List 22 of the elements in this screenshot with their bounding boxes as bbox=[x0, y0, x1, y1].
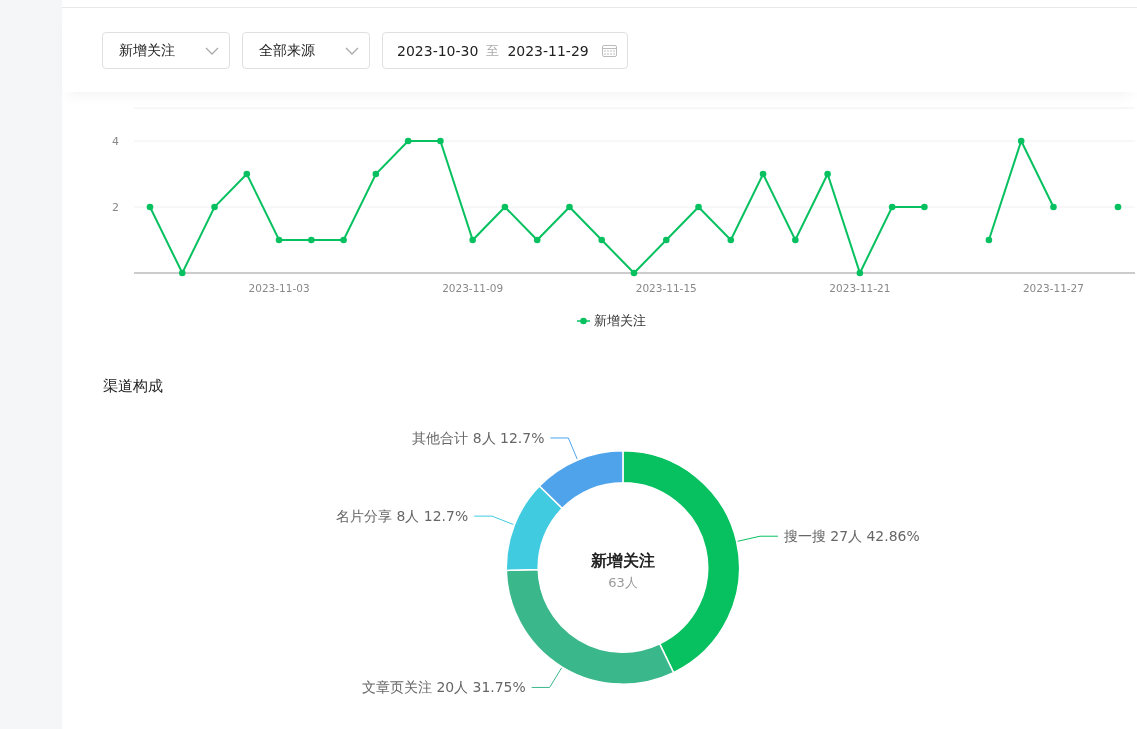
y-axis-label: 2 bbox=[112, 201, 119, 214]
slice-label: 文章页关注 20人 31.75% bbox=[361, 679, 526, 696]
metric-select[interactable]: 新增关注 bbox=[102, 32, 230, 69]
x-axis-label: 2023-11-03 bbox=[248, 282, 310, 294]
y-axis-label: 4 bbox=[112, 135, 119, 148]
legend-item[interactable]: 新增关注 bbox=[553, 312, 646, 330]
center-title: 新增关注 bbox=[590, 551, 655, 571]
slice-label: 搜一搜 27人 42.86% bbox=[783, 528, 920, 545]
slice-label: 名片分享 8人 12.7% bbox=[336, 508, 469, 525]
x-axis-label: 2023-11-21 bbox=[829, 282, 891, 294]
center-value: 63人 bbox=[608, 575, 638, 591]
section-title: 渠道构成 bbox=[103, 377, 164, 395]
x-axis-label: 2023-11-27 bbox=[1022, 282, 1084, 294]
x-axis-label: 2023-11-15 bbox=[635, 282, 697, 294]
x-axis-label: 2023-11-09 bbox=[442, 282, 504, 294]
source-select[interactable]: 全部来源 bbox=[242, 32, 370, 69]
slice-label: 其他合计 8人 12.7% bbox=[412, 429, 545, 446]
start-date: 2023-10-30 bbox=[397, 42, 479, 59]
legend-label: 新增关注 bbox=[594, 312, 646, 330]
date-range-picker[interactable]: 2023-10-30 至 2023-11-29 bbox=[382, 32, 628, 69]
date-separator: 至 bbox=[486, 41, 500, 60]
end-date: 2023-11-29 bbox=[507, 42, 589, 59]
